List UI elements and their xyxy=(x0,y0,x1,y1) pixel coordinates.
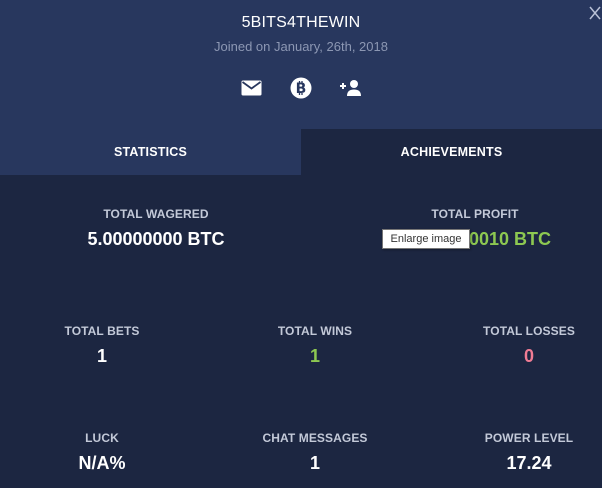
bitcoin-icon: B xyxy=(290,77,312,104)
stat-value: 5.00000000 BTC xyxy=(87,229,225,249)
profile-actions: B xyxy=(0,77,602,104)
send-message-button[interactable] xyxy=(235,78,267,102)
tip-button[interactable]: B xyxy=(285,77,317,104)
stat-value: 1 xyxy=(309,453,320,473)
stat-value: 1 xyxy=(309,346,320,366)
close-icon[interactable] xyxy=(588,5,602,21)
enlarge-image-tooltip: Enlarge image xyxy=(382,229,470,249)
tab-achievements[interactable]: ACHIEVEMENTS xyxy=(301,129,602,175)
profile-tabs: STATISTICS ACHIEVEMENTS xyxy=(0,129,602,175)
stat-label: LUCK xyxy=(85,431,119,445)
stat-total-bets: TOTAL BETS 1 xyxy=(12,324,192,367)
username: 5BITS4THEWIN xyxy=(241,14,361,31)
stat-label: TOTAL WAGERED xyxy=(103,207,209,221)
stat-total-wins: TOTAL WINS 1 xyxy=(225,324,405,367)
stat-total-wagered: TOTAL WAGERED 5.00000000 BTC xyxy=(66,207,246,250)
user-profile-modal: 5BITS4THEWIN Joined on January, 26th, 20… xyxy=(0,0,602,488)
profile-header: 5BITS4THEWIN Joined on January, 26th, 20… xyxy=(0,0,602,129)
stat-value: N/A% xyxy=(78,453,126,473)
stat-power-level: POWER LEVEL 17.24 xyxy=(439,431,602,474)
add-friend-button[interactable] xyxy=(335,78,367,102)
stat-label: TOTAL WINS xyxy=(277,324,353,338)
stat-value: 0 xyxy=(523,346,534,366)
stat-value: 1 xyxy=(96,346,107,366)
svg-text:B: B xyxy=(296,81,307,97)
mail-icon xyxy=(241,80,262,101)
joined-date: Joined on January, 26th, 2018 xyxy=(214,39,388,54)
stat-value: 17.24 xyxy=(506,453,552,473)
stat-label: CHAT MESSAGES xyxy=(262,431,368,445)
stat-chat-messages: CHAT MESSAGES 1 xyxy=(225,431,405,474)
stat-label: POWER LEVEL xyxy=(484,431,574,445)
stat-label: TOTAL BETS xyxy=(64,324,140,338)
tab-statistics[interactable]: STATISTICS xyxy=(0,129,301,175)
stat-luck: LUCK N/A% xyxy=(12,431,192,474)
stat-total-losses: TOTAL LOSSES 0 xyxy=(439,324,602,367)
stat-label: TOTAL PROFIT xyxy=(431,207,519,221)
stat-label: TOTAL LOSSES xyxy=(483,324,575,338)
add-user-icon xyxy=(339,79,363,102)
